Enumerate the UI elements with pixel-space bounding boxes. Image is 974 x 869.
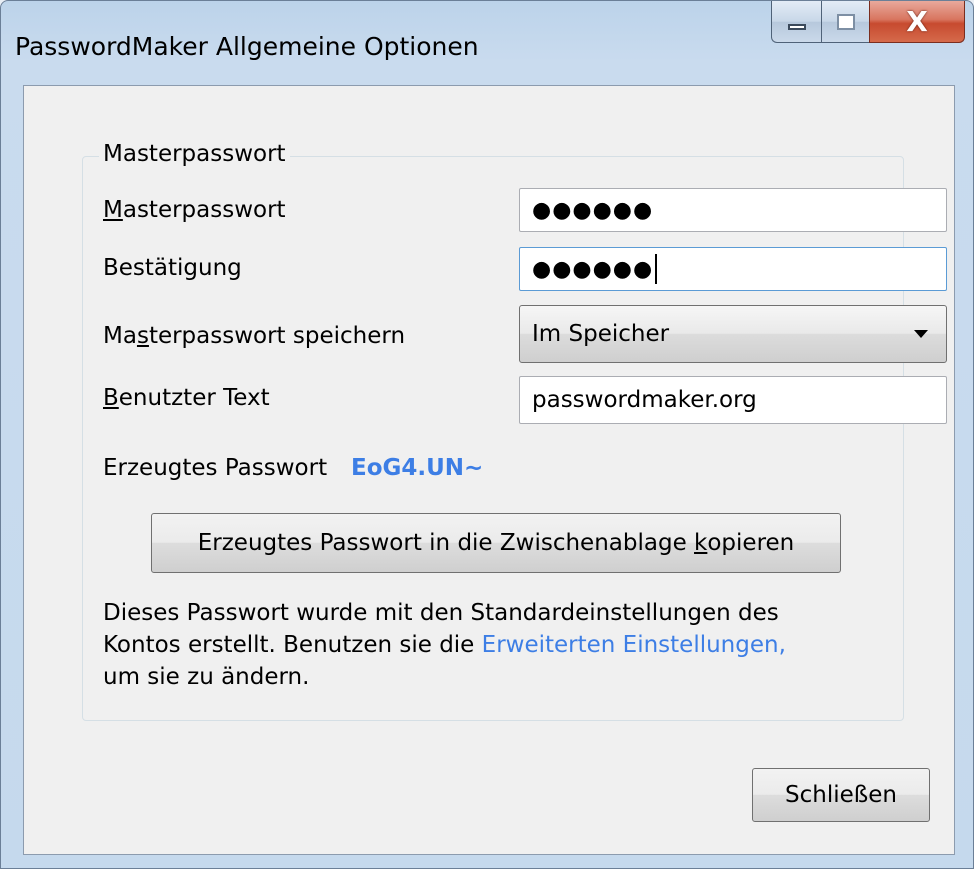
text-caret bbox=[655, 254, 658, 284]
master-password-label: Masterpasswort bbox=[103, 197, 286, 223]
access-key-s: s bbox=[136, 323, 149, 349]
access-key-b: B bbox=[103, 385, 119, 411]
masked-value: ●●●●●● bbox=[532, 256, 654, 282]
access-key-k: k bbox=[694, 530, 708, 556]
access-key-m: M bbox=[103, 197, 123, 223]
master-password-input[interactable]: ●●●●●● bbox=[519, 188, 947, 232]
master-password-group: Masterpasswort Masterpasswort ●●●●●● Bes… bbox=[82, 141, 947, 721]
used-text-input[interactable]: passwordmaker.org bbox=[519, 376, 947, 424]
confirmation-label: Bestätigung bbox=[103, 255, 242, 281]
maximize-icon bbox=[836, 13, 855, 30]
dialog-client-area: Masterpasswort Masterpasswort ●●●●●● Bes… bbox=[23, 85, 955, 855]
generated-password-label: Erzeugtes Passwort bbox=[103, 455, 328, 481]
generated-password-value: EoG4.UN~ bbox=[351, 455, 484, 481]
dropdown-selected-value: Im Speicher bbox=[532, 321, 670, 347]
advanced-settings-link[interactable]: Erweiterten Einstellungen, bbox=[482, 632, 786, 658]
chevron-down-icon bbox=[914, 330, 928, 338]
label-text: enutzter Text bbox=[118, 385, 270, 411]
minimize-icon bbox=[787, 23, 806, 30]
save-master-dropdown[interactable]: Im Speicher bbox=[519, 305, 947, 363]
used-text-label: Benutzter Text bbox=[103, 385, 270, 411]
label-text: asterpasswort bbox=[122, 197, 286, 223]
description-line-text: Kontos erstellt. Benutzen sie die bbox=[103, 632, 482, 658]
group-title: Masterpasswort bbox=[99, 141, 290, 167]
masked-value: ●●●●●● bbox=[532, 197, 654, 223]
button-text: Erzeugtes Passwort in die Zwischenablage bbox=[197, 530, 695, 556]
input-value: passwordmaker.org bbox=[532, 387, 757, 413]
button-text: opieren bbox=[707, 530, 795, 556]
button-text: Schließen bbox=[785, 782, 897, 808]
dialog-window: PasswordMaker Allgemeine Optionen X Mast… bbox=[0, 0, 974, 869]
save-master-label: Masterpasswort speichern bbox=[103, 323, 405, 349]
description-line: Kontos erstellt. Benutzen sie die Erweit… bbox=[103, 629, 883, 661]
close-button[interactable]: Schließen bbox=[752, 768, 930, 822]
caption-buttons: X bbox=[771, 1, 965, 43]
description-line: um sie zu ändern. bbox=[103, 664, 310, 690]
label-text: terpasswort speichern bbox=[148, 323, 406, 349]
confirmation-input[interactable]: ●●●●●● bbox=[519, 247, 947, 291]
label-text: Ma bbox=[103, 323, 137, 349]
window-title: PasswordMaker Allgemeine Optionen bbox=[15, 32, 479, 61]
description-text: Dieses Passwort wurde mit den Standardei… bbox=[103, 597, 883, 693]
copy-password-button[interactable]: Erzeugtes Passwort in die Zwischenablage… bbox=[151, 513, 841, 573]
description-line: Dieses Passwort wurde mit den Standardei… bbox=[103, 600, 779, 626]
maximize-button[interactable] bbox=[821, 1, 869, 43]
close-window-button[interactable]: X bbox=[869, 1, 965, 43]
minimize-button[interactable] bbox=[771, 1, 821, 43]
close-icon: X bbox=[906, 4, 928, 38]
